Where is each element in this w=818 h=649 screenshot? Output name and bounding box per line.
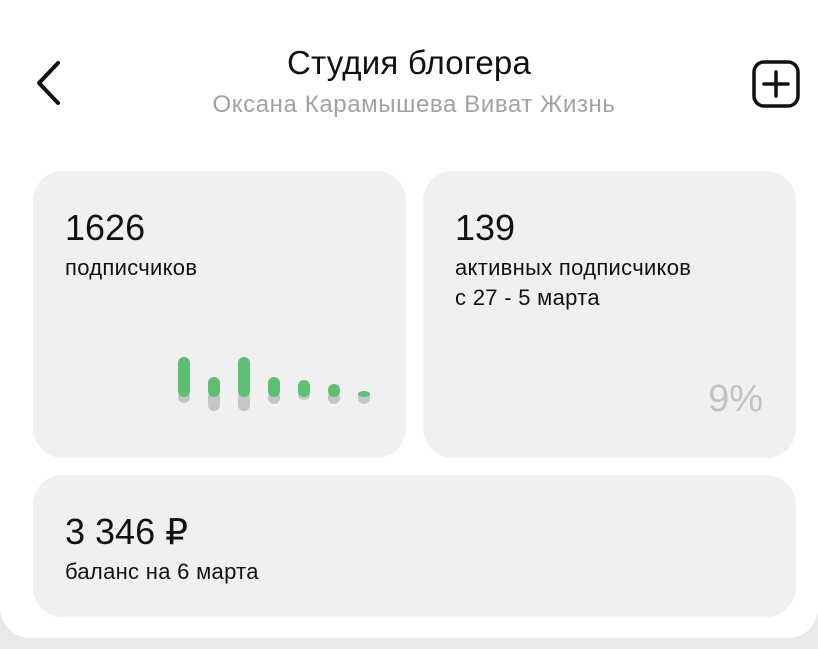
subscribers-trend-chart bbox=[178, 357, 370, 411]
active-subscribers-label: активных подписчиков с 27 - 5 марта bbox=[455, 253, 691, 313]
subscribers-bar-up bbox=[238, 357, 250, 397]
subscribers-bar-up bbox=[268, 377, 280, 397]
balance-amount: 3 346 ₽ bbox=[65, 511, 188, 552]
active-subscribers-label-line1: активных подписчиков bbox=[455, 255, 692, 280]
active-subscribers-card[interactable]: 139 активных подписчиков с 27 - 5 марта … bbox=[423, 171, 796, 458]
blogger-studio-screen: Студия блогера Оксана Карамышева Виват Ж… bbox=[0, 0, 818, 638]
balance-label: баланс на 6 марта bbox=[65, 559, 259, 584]
subscribers-bar-up bbox=[208, 377, 220, 397]
subscribers-bar-up bbox=[178, 357, 190, 397]
active-percent: 9% bbox=[708, 378, 763, 420]
subscribers-bar-up bbox=[328, 384, 340, 397]
subscribers-card[interactable]: 1626 подписчиков bbox=[33, 171, 406, 458]
subscribers-bar-up bbox=[358, 391, 370, 397]
subscribers-bar-up bbox=[298, 380, 310, 397]
active-subscribers-count: 139 bbox=[455, 207, 516, 248]
page-subtitle: Оксана Карамышева Виват Жизнь bbox=[212, 91, 616, 118]
active-subscribers-period: с 27 - 5 марта bbox=[455, 285, 600, 310]
balance-card[interactable]: 3 346 ₽ баланс на 6 марта bbox=[33, 475, 796, 617]
add-button[interactable] bbox=[751, 59, 801, 109]
page-title: Студия блогера bbox=[286, 44, 532, 81]
plus-square-icon bbox=[752, 60, 800, 108]
